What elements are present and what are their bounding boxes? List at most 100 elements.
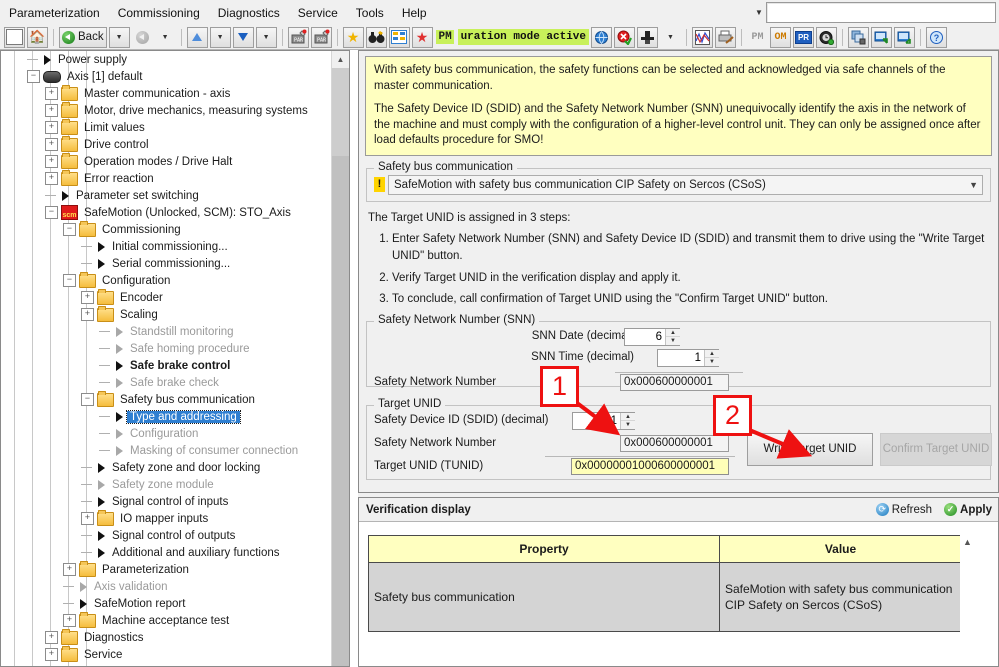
tree-item-diagnostics[interactable]: + Diagnostics [1,628,333,646]
tree-item-drive-control[interactable]: + Drive control [1,135,333,153]
move-up-dropdown-icon[interactable]: ▼ [209,26,231,48]
search-input[interactable] [766,2,996,23]
tree-item-io-mapper-inputs[interactable]: + IO mapper inputs [1,509,333,527]
tree-item-safety-bus-communication[interactable]: − Safety bus communication [1,390,333,408]
tree-item-master-communication-axis[interactable]: + Master communication - axis [1,84,333,102]
expand-icon[interactable]: + [63,614,76,627]
tree-item-axis-validation[interactable]: Axis validation [1,578,333,595]
tree-item-additional-and-auxiliary-functions[interactable]: Additional and auxiliary functions [1,544,333,561]
tree-scroll-area[interactable]: Power supply − Axis [1] default + Master com… [1,51,333,666]
tree-item-safe-brake-check[interactable]: Safe brake check [1,374,333,391]
safety-bus-dropdown[interactable]: SafeMotion with safety bus communication… [388,174,983,195]
expand-icon[interactable]: + [45,631,58,644]
tree-item-standstill-monitoring[interactable]: Standstill monitoring [1,323,333,340]
sdid-input[interactable] [573,412,620,429]
collapse-icon[interactable]: − [27,70,40,83]
search-binoculars-icon[interactable] [365,26,387,48]
spin-up-icon[interactable]: ▲ [621,412,635,422]
expand-icon[interactable]: + [45,104,58,117]
parameter-editor-alt-icon[interactable]: PAR [310,26,332,48]
refresh-link[interactable]: ⟳ Refresh [875,503,932,516]
parameter-editor-icon[interactable]: PAR [287,26,309,48]
spin-down-icon[interactable]: ▼ [705,358,719,366]
tree-item-configuration[interactable]: − Configuration [1,271,333,289]
collapse-icon[interactable]: − [63,274,76,287]
globe-icon[interactable] [591,26,612,48]
table-view-icon[interactable] [388,26,410,48]
snn-date-input[interactable] [625,328,665,345]
tree-item-masking-of-consumer-connection[interactable]: Masking of consumer connection [1,442,333,459]
expand-icon[interactable]: + [45,138,58,151]
scrollbar-thumb[interactable] [332,68,349,156]
move-down-icon[interactable] [232,26,254,48]
tree-item-encoder[interactable]: + Encoder [1,288,333,306]
expand-icon[interactable]: + [45,121,58,134]
move-down-dropdown-icon[interactable]: ▼ [255,26,277,48]
spin-down-icon[interactable]: ▼ [666,337,680,345]
tree-item-signal-control-of-outputs[interactable]: Signal control of outputs [1,527,333,544]
tree-item-safety-zone-module[interactable]: Safety zone module [1,476,333,493]
move-up-icon[interactable] [186,26,208,48]
home-icon[interactable]: 🏠 [27,26,48,48]
tree-item-limit-values[interactable]: + Limit values [1,118,333,136]
expand-icon[interactable]: + [45,172,58,185]
forward-dropdown-icon[interactable]: ▼ [155,27,176,48]
scroll-up-icon[interactable]: ▲ [332,51,349,68]
tree-item-axis-1-default[interactable]: − Axis [1] default [1,68,333,85]
tree-item-error-reaction[interactable]: + Error reaction [1,169,333,187]
help-icon[interactable]: ? [926,26,947,48]
tree-item-scaling[interactable]: + Scaling [1,305,333,323]
pr-badge-icon[interactable]: PR [793,26,814,48]
favorites-star-icon[interactable]: ★ [342,26,364,48]
collapse-icon[interactable]: − [45,206,58,219]
expand-icon[interactable]: + [45,155,58,168]
om-badge[interactable]: OM [770,26,791,48]
collapse-icon[interactable]: − [63,223,76,236]
save-to-device-icon[interactable] [894,26,915,48]
tree-item-service[interactable]: + Service [1,645,333,663]
back-button[interactable]: Back [59,26,107,48]
copy-parameters-icon[interactable] [848,26,869,48]
tree-item-initial-commissioning[interactable]: Initial commissioning... [1,238,333,255]
tree-item-configuration[interactable]: Configuration [1,425,333,442]
expand-icon[interactable]: + [63,563,76,576]
verification-table-scrollbar[interactable]: ▲ [960,535,975,647]
spin-up-icon[interactable]: ▲ [666,328,680,338]
new-window-icon[interactable] [4,26,25,48]
snn-time-spinner[interactable]: ▲ ▼ [657,348,719,367]
tree-item-serial-commissioning[interactable]: Serial commissioning... [1,255,333,272]
tree-item-safe-homing-procedure[interactable]: Safe homing procedure [1,340,333,357]
menu-item-diagnostics[interactable]: Diagnostics [209,2,289,24]
snn-date-spin-buttons[interactable]: ▲ ▼ [665,328,680,345]
tree-item-type-and-addressing[interactable]: Type and addressing [1,408,333,425]
menu-item-service[interactable]: Service [289,2,347,24]
chevron-down-icon[interactable]: ▼ [752,3,766,23]
tree-item-safemotion-unlocked-scm-sto-axis[interactable]: − scm SafeMotion (Unlocked, SCM): STO_Axis [1,204,333,221]
sdid-spin-buttons[interactable]: ▲ ▼ [620,412,635,429]
menu-item-commissioning[interactable]: Commissioning [109,2,209,24]
print-preview-icon[interactable] [715,26,736,48]
clock-icon[interactable] [816,26,837,48]
expand-icon[interactable]: + [45,648,58,661]
scrollbar-track-lower[interactable] [332,156,349,666]
remove-favorite-icon[interactable]: ★ [411,26,433,48]
tree-item-parameter-set-switching[interactable]: Parameter set switching [1,187,333,204]
tree-item-operation-modes-drive-halt[interactable]: + Operation modes / Drive Halt [1,152,333,170]
sdid-spinner[interactable]: ▲ ▼ [572,411,635,430]
oscilloscope-icon[interactable] [692,26,713,48]
snn-time-spin-buttons[interactable]: ▲ ▼ [704,349,719,366]
expand-icon[interactable]: + [81,512,94,525]
menu-item-tools[interactable]: Tools [347,2,393,24]
spin-down-icon[interactable]: ▼ [621,421,635,429]
tree-item-safemotion-report[interactable]: SafeMotion report [1,595,333,612]
load-from-device-icon[interactable] [871,26,892,48]
snn-date-spinner[interactable]: ▲ ▼ [624,327,680,346]
write-target-unid-button[interactable]: Write Target UNID [747,432,873,466]
forward-button[interactable] [132,27,153,48]
tree-item-parameterization[interactable]: + Parameterization [1,560,333,578]
tree-item-commissioning[interactable]: − Commissioning [1,220,333,238]
tree-item-power-supply[interactable]: Power supply [1,51,333,68]
back-dropdown-icon[interactable]: ▼ [108,26,130,48]
spin-up-icon[interactable]: ▲ [705,349,719,359]
tree-item-machine-acceptance-test[interactable]: + Machine acceptance test [1,611,333,629]
